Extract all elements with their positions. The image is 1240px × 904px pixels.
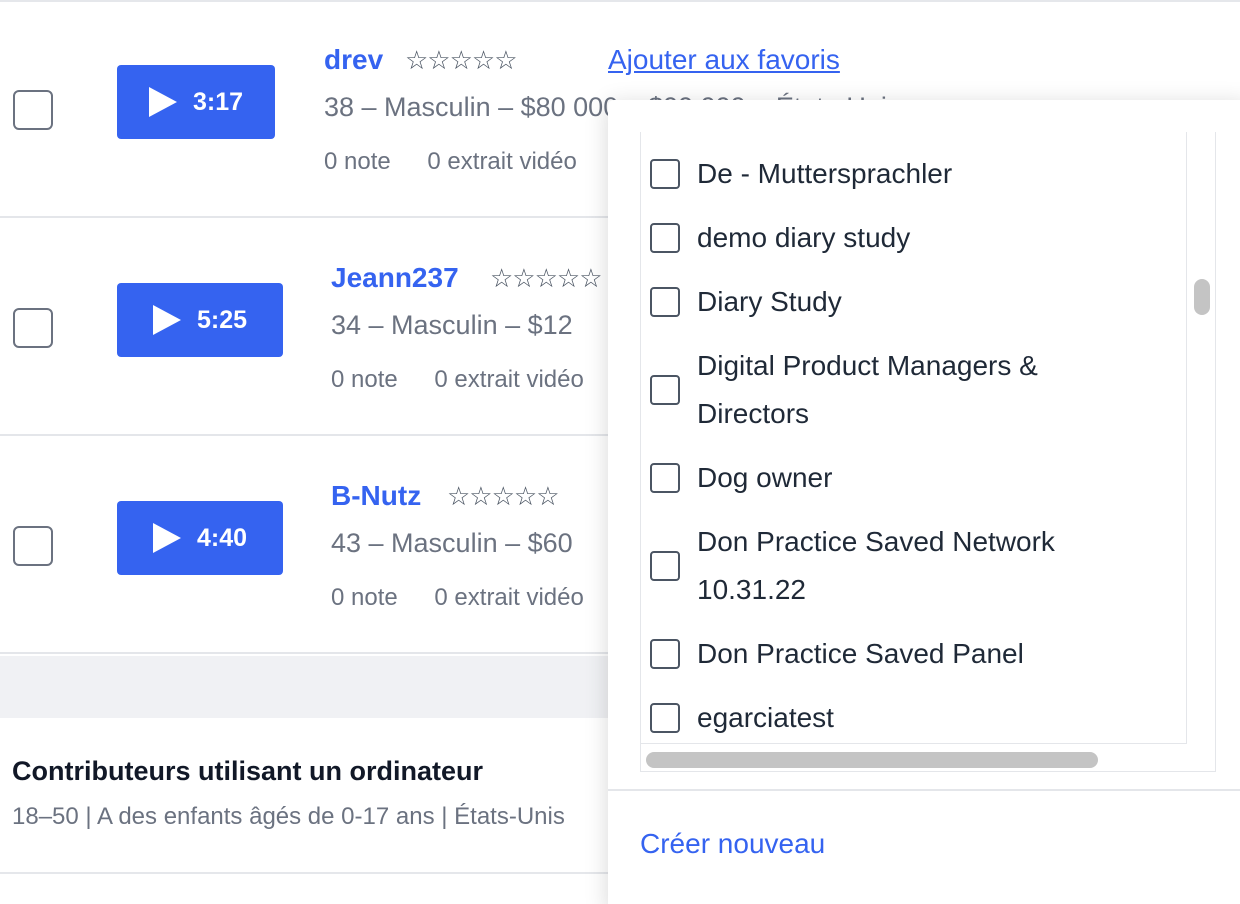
favorites-list-label: Dog owner <box>697 462 833 493</box>
vertical-scrollbar-thumb[interactable] <box>1194 279 1210 315</box>
star-rating-icon[interactable]: ☆☆☆☆☆ <box>447 482 560 512</box>
favorites-list-scroll-area[interactable]: De - Muttersprachler demo diary study Di… <box>640 132 1216 772</box>
star-rating-icon[interactable]: ☆☆☆☆☆ <box>405 46 518 76</box>
favorites-list-item[interactable]: Don Practice Saved Network 10.31.22 <box>650 518 1170 614</box>
participant-name-link[interactable]: B-Nutz <box>331 480 421 512</box>
favorites-list-item[interactable]: Dog owner <box>650 454 1170 502</box>
favorites-list-item[interactable]: egarciatest <box>650 694 1170 742</box>
row-select-checkbox[interactable] <box>13 90 53 130</box>
participant-meta: 0 note 0 extrait vidéo <box>324 148 607 176</box>
participant-meta: 0 note 0 extrait vidéo <box>331 584 614 612</box>
favorites-list-item[interactable]: Don Practice Saved Panel <box>650 630 1170 678</box>
favorites-list-item[interactable]: Digital Product Managers & Directors <box>650 342 1170 438</box>
video-duration: 4:40 <box>196 523 248 552</box>
horizontal-scrollbar-thumb[interactable] <box>646 752 1098 768</box>
clips-count: 0 extrait vidéo <box>434 584 584 611</box>
notes-count: 0 note <box>324 148 391 175</box>
favorites-list-label: Diary Study <box>697 286 842 317</box>
checkbox-icon[interactable] <box>650 159 680 189</box>
favorites-list-item[interactable]: Diary Study <box>650 278 1170 326</box>
video-duration: 5:25 <box>196 305 248 334</box>
favorites-list-item[interactable]: demo diary study <box>650 214 1170 262</box>
play-video-button[interactable]: 3:17 <box>117 65 275 139</box>
play-video-button[interactable]: 5:25 <box>117 283 283 357</box>
play-icon <box>152 523 181 553</box>
video-duration: 3:17 <box>192 87 244 116</box>
play-icon <box>152 305 181 335</box>
row-select-checkbox[interactable] <box>13 526 53 566</box>
favorites-list-label: egarciatest <box>697 702 834 733</box>
participant-meta: 0 note 0 extrait vidéo <box>331 366 614 394</box>
favorites-list-label: De - Muttersprachler <box>697 158 953 189</box>
notes-count: 0 note <box>331 584 398 611</box>
favorites-list-label: Don Practice Saved Panel <box>697 638 1024 669</box>
participant-demographics: 34 – Masculin – $12 <box>331 310 573 340</box>
favorites-list-label: Digital Product Managers & Directors <box>697 350 1038 429</box>
checkbox-icon[interactable] <box>650 639 680 669</box>
participant-demographics: 43 – Masculin – $60 <box>331 528 573 558</box>
play-icon <box>148 87 177 117</box>
favorites-list-label: demo diary study <box>697 222 911 253</box>
segment-title: Contributeurs utilisant un ordinateur <box>12 756 483 786</box>
checkbox-icon[interactable] <box>650 551 680 581</box>
create-new-list-link[interactable]: Créer nouveau <box>640 828 825 860</box>
favorites-dropdown: De - Muttersprachler demo diary study Di… <box>608 100 1240 904</box>
dropdown-divider <box>608 789 1240 791</box>
checkbox-icon[interactable] <box>650 703 680 733</box>
favorites-list-item[interactable]: De - Muttersprachler <box>650 150 1170 198</box>
participant-name-link[interactable]: Jeann237 <box>331 262 459 294</box>
checkbox-icon[interactable] <box>650 375 680 405</box>
star-rating-icon[interactable]: ☆☆☆☆☆ <box>490 264 603 294</box>
checkbox-icon[interactable] <box>650 463 680 493</box>
notes-count: 0 note <box>331 366 398 393</box>
segment-criteria: 18–50 | A des enfants âgés de 0-17 ans |… <box>12 803 565 830</box>
participant-name-link[interactable]: drev <box>324 44 383 76</box>
favorites-list: De - Muttersprachler demo diary study Di… <box>641 132 1187 744</box>
checkbox-icon[interactable] <box>650 287 680 317</box>
row-select-checkbox[interactable] <box>13 308 53 348</box>
play-video-button[interactable]: 4:40 <box>117 501 283 575</box>
clips-count: 0 extrait vidéo <box>434 366 584 393</box>
clips-count: 0 extrait vidéo <box>427 148 577 175</box>
favorites-list-label: Don Practice Saved Network 10.31.22 <box>697 526 1055 605</box>
checkbox-icon[interactable] <box>650 223 680 253</box>
add-favorite-link[interactable]: Ajouter aux favoris <box>608 44 840 76</box>
